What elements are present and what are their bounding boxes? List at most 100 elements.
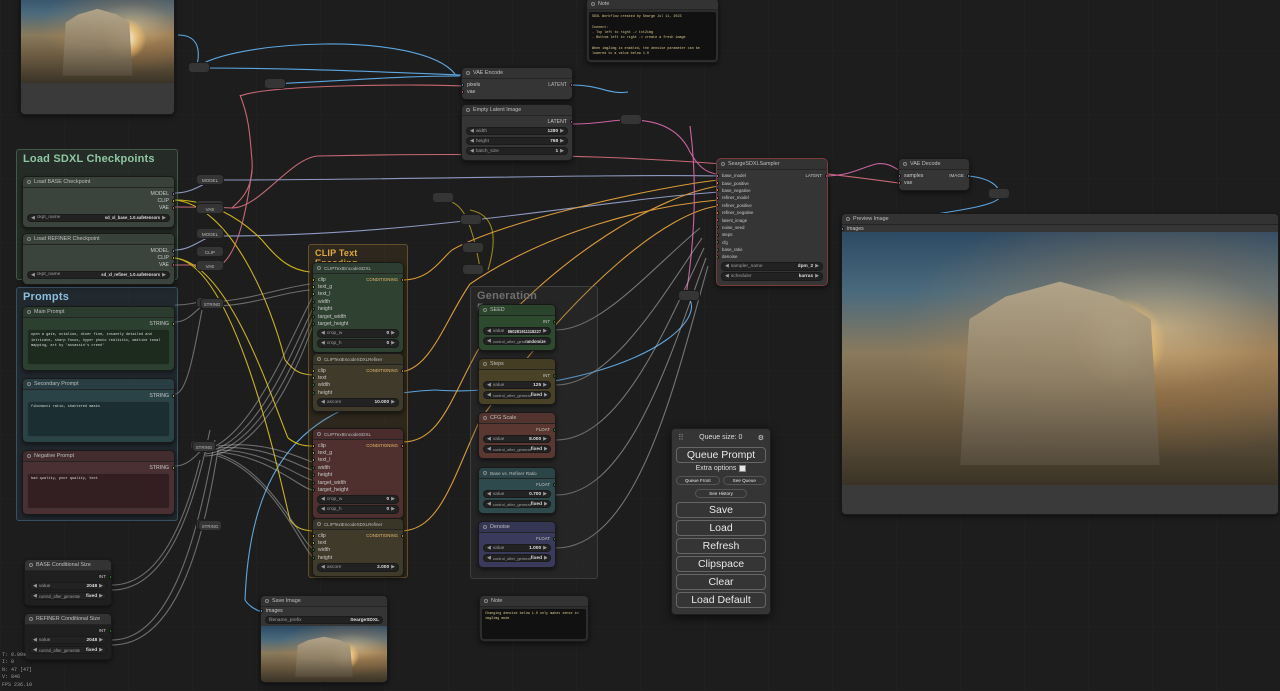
increment-icon[interactable]: ▶ <box>391 506 395 512</box>
node-vae-decode[interactable]: VAE Decode samples IMAGE vae <box>898 158 970 191</box>
increment-icon[interactable]: ▶ <box>560 128 564 134</box>
input-dot-width[interactable] <box>313 299 315 304</box>
slot-int-out[interactable]: INT <box>479 372 555 379</box>
widget-control-after-generate[interactable]: ◀ control_after_generate fixed ▶ <box>483 390 551 400</box>
slot-string-out[interactable]: STRING <box>23 320 174 327</box>
slot-base-model[interactable]: base_model LATENT <box>717 172 827 179</box>
node-preview-image[interactable]: Preview Image images <box>841 213 1279 516</box>
output-dot-float[interactable] <box>553 482 555 487</box>
collapse-icon[interactable] <box>29 563 33 567</box>
node-clip-text-encode-sdxl-negative[interactable]: CLIPTextEncodeSDXL clip CONDITIONING tex… <box>312 428 404 520</box>
input-dot-base-model[interactable] <box>717 173 719 178</box>
decrement-icon[interactable]: ◀ <box>487 545 491 551</box>
input-dot-clip[interactable] <box>313 277 315 282</box>
slot-float-out[interactable]: FLOAT <box>479 481 555 488</box>
output-dot-latent[interactable] <box>825 173 827 178</box>
slot-model-out[interactable]: MODEL <box>23 190 174 197</box>
collapse-icon[interactable] <box>317 266 321 270</box>
slot-text[interactable]: text <box>313 374 403 381</box>
next-icon[interactable]: ▶ <box>815 263 819 269</box>
input-dot-text-g[interactable] <box>313 451 315 456</box>
input-dot-noise-seed[interactable] <box>717 225 719 230</box>
reroute-node-3[interactable] <box>432 192 454 203</box>
slot-clip-out[interactable]: CLIP <box>23 197 174 204</box>
output-dot-conditioning[interactable] <box>401 533 403 538</box>
slot-width[interactable]: width <box>313 298 403 305</box>
input-dot-width[interactable] <box>313 383 315 388</box>
comfyui-canvas[interactable]: Note SDXL Workflow created by Searge Jul… <box>0 0 1280 691</box>
reroute-node-7[interactable] <box>620 114 642 125</box>
decrement-icon[interactable]: ◀ <box>470 138 474 144</box>
collapse-icon[interactable] <box>317 432 321 436</box>
node-steps[interactable]: Steps INT ◀ value 125 ▶ ◀ control_after_… <box>478 358 556 405</box>
slot-model-out[interactable]: MODEL <box>23 247 174 254</box>
collapse-icon[interactable] <box>317 357 321 361</box>
reroute-node-2[interactable] <box>264 78 286 89</box>
slot-vae-out[interactable]: VAE <box>23 205 174 212</box>
collapse-icon[interactable] <box>903 162 907 166</box>
widget-crop-h[interactable]: ◀ crop_h 0 ▶ <box>317 339 399 348</box>
decrement-icon[interactable]: ◀ <box>33 583 37 589</box>
collapse-icon[interactable] <box>27 382 31 386</box>
reroute-string-negative[interactable]: STRING <box>198 520 222 531</box>
collapse-icon[interactable] <box>27 454 31 458</box>
input-dot-images[interactable] <box>842 226 844 231</box>
prev-icon[interactable]: ◀ <box>487 446 491 452</box>
widget-filename-prefix[interactable]: filename_prefix SeargeSDXL <box>265 615 383 625</box>
slot-width[interactable]: width <box>313 547 403 554</box>
slot-height[interactable]: height <box>313 389 403 396</box>
drag-handle-icon[interactable]: ⠿ <box>678 433 684 442</box>
reroute-node-5[interactable] <box>462 242 484 253</box>
slot-samples[interactable]: samples IMAGE <box>899 172 969 179</box>
slot-height[interactable]: height <box>313 472 403 479</box>
input-dot-base-negative[interactable] <box>717 188 719 193</box>
slot-clip[interactable]: clip CONDITIONING <box>313 276 403 283</box>
collapse-icon[interactable] <box>466 108 470 112</box>
output-dot-float[interactable] <box>553 427 555 432</box>
output-dot-clip[interactable] <box>172 256 174 261</box>
next-icon[interactable]: ▶ <box>162 215 166 221</box>
output-dot-vae[interactable] <box>172 263 174 268</box>
prev-icon[interactable]: ◀ <box>487 392 491 398</box>
reroute-model-refiner[interactable]: MODEL <box>196 228 224 239</box>
next-icon[interactable]: ▶ <box>544 501 547 507</box>
note-text[interactable]: SDXL Workflow created by Searge Jul 11, … <box>589 12 716 61</box>
see-history-button[interactable]: See History <box>695 489 747 498</box>
prev-icon[interactable]: ◀ <box>33 647 37 653</box>
slot-float-out[interactable]: FLOAT <box>479 426 555 433</box>
increment-icon[interactable]: ▶ <box>543 491 547 497</box>
output-dot-model[interactable] <box>172 248 174 253</box>
node-secondary-prompt[interactable]: Secondary Prompt STRING fibonacci ratio,… <box>22 378 175 444</box>
slot-latent-image[interactable]: latent_image <box>717 216 827 223</box>
output-dot-conditioning[interactable] <box>401 443 403 448</box>
next-icon[interactable]: ▶ <box>544 392 547 398</box>
input-dot-height[interactable] <box>313 307 315 312</box>
widget-control-after-generate[interactable]: ◀ control_after_generate fixed ▶ <box>483 553 551 563</box>
increment-icon[interactable]: ▶ <box>543 545 547 551</box>
node-seed[interactable]: SEED INT ◀ value 860281911118227 ▶ ◀ con… <box>478 304 556 351</box>
input-dot-base-positive[interactable] <box>717 181 719 186</box>
clear-button[interactable]: Clear <box>676 574 766 590</box>
prev-icon[interactable]: ◀ <box>31 272 35 278</box>
next-icon[interactable]: ▶ <box>815 273 819 279</box>
queue-prompt-button[interactable]: Queue Prompt <box>676 447 766 463</box>
node-clip-text-encode-sdxl-base[interactable]: CLIPTextEncodeSDXL clip CONDITIONING tex… <box>312 262 404 354</box>
collapse-icon[interactable] <box>483 308 487 312</box>
widget-ckpt-name[interactable]: ◀ ckpt_name sd_xl_base_1.0.safetensors ▶ <box>27 213 170 223</box>
slot-text-g[interactable]: text_g <box>313 449 403 456</box>
slot-refiner-model[interactable]: refiner_model <box>717 194 827 201</box>
input-dot-text[interactable] <box>313 376 315 381</box>
collapse-icon[interactable] <box>484 599 488 603</box>
slot-latent-out[interactable]: LATENT <box>462 118 572 125</box>
slot-vae[interactable]: vae <box>899 179 969 186</box>
input-dot-refiner-model[interactable] <box>717 195 719 200</box>
widget-value[interactable]: ◀ value 860281911118227 ▶ <box>483 326 551 336</box>
widget-control-after-generate[interactable]: ◀ control_after_generate fixed ▶ <box>483 499 551 509</box>
slot-string-out[interactable]: STRING <box>23 464 174 471</box>
reroute-vae-base[interactable]: VAE <box>196 203 224 214</box>
collapse-icon[interactable] <box>466 71 470 75</box>
slot-int-out[interactable]: INT <box>25 573 111 580</box>
input-dot-clip[interactable] <box>313 443 315 448</box>
output-dot-conditioning[interactable] <box>401 368 403 373</box>
node-clip-text-encode-sdxl-refiner-negative[interactable]: CLIPTextEncodeSDXLRefiner clip CONDITION… <box>312 518 404 578</box>
